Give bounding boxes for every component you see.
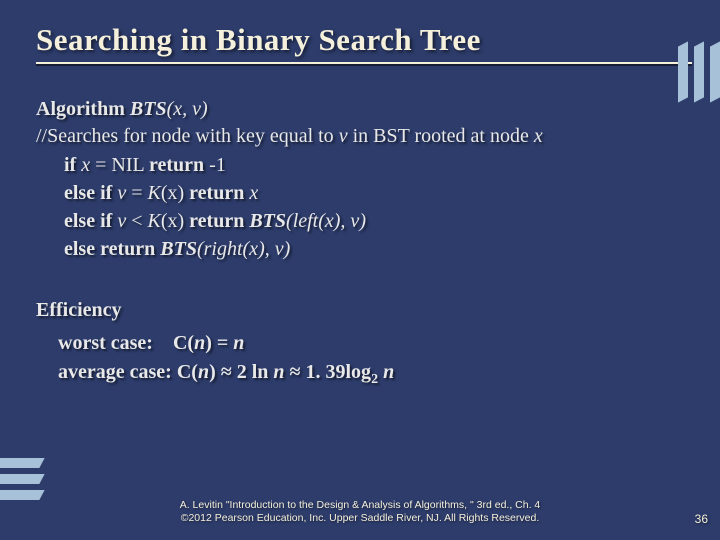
algo-line-3: else if v < K(x) return BTS(left(x), v) <box>64 208 684 235</box>
var-x: x <box>81 154 90 176</box>
kw-if: if <box>64 154 81 176</box>
content-block: Algorithm BTS(x, v) //Searches for node … <box>36 96 684 390</box>
avg-label: average case: <box>58 361 177 383</box>
slide: Searching in Binary Search Tree Algorith… <box>0 0 720 540</box>
c-close-approx: ) ≈ 2 ln <box>209 361 273 383</box>
algo-line-1: if x = NIL return -1 <box>64 152 684 179</box>
average-case-line: average case: C(n) ≈ 2 ln n ≈ 1. 39log2 … <box>58 359 684 390</box>
call-bts: BTS <box>160 238 197 260</box>
eq-nil: = NIL <box>90 154 149 176</box>
algorithm-body: if x = NIL return -1 else if v = K(x) re… <box>36 152 684 263</box>
footer-line-2: ©2012 Pearson Education, Inc. Upper Sadd… <box>0 512 720 526</box>
paren-x: (x) <box>161 182 189 204</box>
val-neg1: -1 <box>209 154 226 176</box>
kw-return: return <box>149 154 209 176</box>
args-left: (left(x), v) <box>286 210 366 232</box>
rhs-n: n <box>233 332 244 354</box>
footer-line-1: A. Levitin "Introduction to the Design &… <box>0 499 720 513</box>
page-title: Searching in Binary Search Tree <box>36 22 684 58</box>
var-v: v <box>117 210 126 232</box>
algorithm-comment: //Searches for node with key equal to v … <box>36 123 684 150</box>
decoration-right <box>678 44 720 100</box>
efficiency-heading: Efficiency <box>36 297 684 324</box>
decoration-left <box>0 458 42 500</box>
comment-var-v: v <box>339 125 348 147</box>
kw-return: return <box>189 210 249 232</box>
page-number: 36 <box>695 512 708 526</box>
paren-x: (x) <box>161 210 189 232</box>
approx-log: ≈ 1. 39log <box>285 361 372 383</box>
algo-line-2: else if v = K(x) return x <box>64 180 684 207</box>
c-open: C( <box>177 361 198 383</box>
call-bts: BTS <box>249 210 286 232</box>
algorithm-name: BTS <box>130 98 167 120</box>
fn-k: K <box>147 182 160 204</box>
algorithm-label: Algorithm <box>36 98 125 120</box>
comment-var-x: x <box>534 125 543 147</box>
efficiency-body: worst case: C(n) = n average case: C(n) … <box>36 330 684 390</box>
fn-k: K <box>147 210 160 232</box>
kw-return: return <box>189 182 249 204</box>
footer-citation: A. Levitin "Introduction to the Design &… <box>0 499 720 526</box>
comment-prefix: //Searches for node with key equal to <box>36 125 339 147</box>
worst-case-line: worst case: C(n) = n <box>58 330 684 357</box>
algorithm-params: (x, v) <box>167 98 208 120</box>
kw-else-return: else return <box>64 238 160 260</box>
comment-mid: in BST rooted at node <box>348 125 534 147</box>
kw-elseif: else if <box>64 182 117 204</box>
kw-elseif: else if <box>64 210 117 232</box>
args-right: (right(x), v) <box>197 238 290 260</box>
algo-line-4: else return BTS(right(x), v) <box>64 236 684 263</box>
op-eq: = <box>126 182 147 204</box>
var-v: v <box>117 182 126 204</box>
var-n3: n <box>383 361 394 383</box>
title-underline <box>36 62 692 64</box>
log-base-2: 2 <box>371 372 378 387</box>
op-lt: < <box>126 210 147 232</box>
ret-x: x <box>249 182 258 204</box>
worst-label: worst case: <box>58 332 173 354</box>
var-n: n <box>194 332 205 354</box>
c-close-eq: ) = <box>205 332 233 354</box>
c-open: C( <box>173 332 194 354</box>
var-n2: n <box>273 361 284 383</box>
algorithm-header: Algorithm BTS(x, v) <box>36 96 684 123</box>
var-n: n <box>198 361 209 383</box>
